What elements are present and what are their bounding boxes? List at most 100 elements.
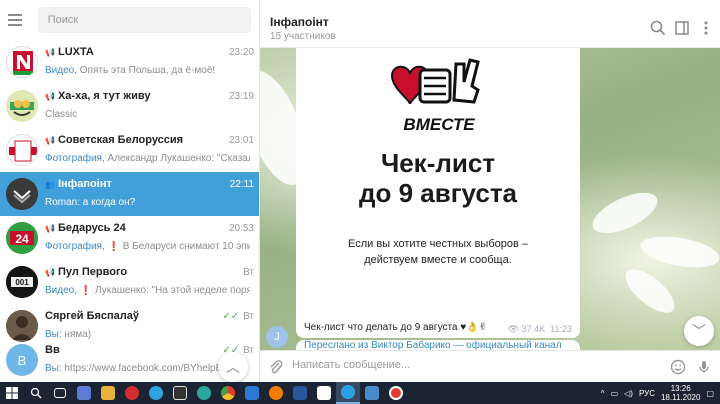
message-time: 11:23 xyxy=(550,324,572,334)
chat-time: 20:53 xyxy=(228,223,254,234)
task-view-icon[interactable] xyxy=(48,382,72,404)
search-input[interactable]: Поиск xyxy=(37,7,251,33)
avatar xyxy=(6,134,38,166)
chat-time: 22:11 xyxy=(229,179,254,190)
megaphone-icon: 📢 xyxy=(45,224,55,233)
opera-icon[interactable] xyxy=(120,382,144,404)
store-icon[interactable] xyxy=(240,382,264,404)
chat-item-haha[interactable]: 📢 Ха-ха, я тут живу 23:19 Classic xyxy=(0,84,259,128)
double-check-icon: ✓✓ xyxy=(222,311,240,322)
eye-icon: 👁 xyxy=(507,324,520,334)
photos-icon[interactable] xyxy=(360,382,384,404)
avatar xyxy=(6,46,38,78)
chat-title: 👥 Інфапоінт xyxy=(45,178,112,190)
sidebar-toggle-icon[interactable] xyxy=(674,20,690,36)
chevron-up-icon: ︿ xyxy=(226,359,240,375)
media-player-icon[interactable] xyxy=(168,382,192,404)
chat-title: 📢 Пул Первого xyxy=(45,266,128,278)
message-composer: Написать сообщение... xyxy=(260,350,720,382)
start-button[interactable] xyxy=(0,382,24,404)
record-icon[interactable] xyxy=(384,382,408,404)
chat-title: Сяргей Бяспалаў xyxy=(45,310,140,322)
search-taskbar-icon[interactable] xyxy=(24,382,48,404)
chat-preview: Classic xyxy=(45,109,78,120)
chat-item-infapoint[interactable]: 👥 Інфапоінт 22:11 Roman: а когда он? xyxy=(0,172,259,216)
word-icon[interactable] xyxy=(288,382,312,404)
megaphone-icon: 📢 xyxy=(45,48,55,57)
avatar: B xyxy=(6,344,38,376)
telegram-taskbar-icon[interactable] xyxy=(144,382,168,404)
clock[interactable]: 13:26 18.11.2020 xyxy=(661,384,700,402)
chat-time: Вт xyxy=(243,267,254,278)
avatar xyxy=(6,90,38,122)
vmeste-logo: ВМЕСТЕ xyxy=(390,58,480,134)
language-indicator[interactable]: РУС xyxy=(639,389,655,398)
hamburger-menu-icon[interactable] xyxy=(8,9,30,31)
avatar: 001 xyxy=(6,266,38,298)
chevron-up-icon[interactable]: ^ xyxy=(601,389,605,398)
firefox-icon[interactable] xyxy=(264,382,288,404)
chat-preview: Фотография, Александр Лукашенко: "Сказал… xyxy=(45,153,250,164)
microphone-icon[interactable] xyxy=(696,359,712,375)
message-input[interactable]: Написать сообщение... xyxy=(292,359,410,371)
chat-title: 📢 LUXTA xyxy=(45,46,94,58)
chat-time: 23:01 xyxy=(228,135,254,146)
chat-title: Вв xyxy=(45,344,60,356)
avatar xyxy=(6,178,38,210)
svg-text:001: 001 xyxy=(15,278,29,287)
windows-taskbar: ^ ▭ ◁) РУС 13:26 18.11.2020 ▢ xyxy=(0,382,720,404)
save-app-icon[interactable] xyxy=(72,382,96,404)
sender-avatar[interactable]: J xyxy=(266,326,288,348)
chat-preview: Видео, ❗ Лукашенко: "На этой неделе поря… xyxy=(45,285,250,296)
avatar: 24 xyxy=(6,222,38,254)
checklist-headline: Чек-лист до 9 августа xyxy=(358,148,518,208)
paint-icon[interactable] xyxy=(312,382,336,404)
scroll-down-button[interactable]: ﹀ xyxy=(684,316,714,346)
forwarded-message[interactable]: Переслано из Виктор Бабарико — официальн… xyxy=(296,340,580,350)
volume-icon[interactable]: ◁) xyxy=(624,389,633,398)
edge-icon[interactable] xyxy=(192,382,216,404)
chrome-icon[interactable] xyxy=(216,382,240,404)
megaphone-icon: 📢 xyxy=(45,268,55,277)
chat-list-sidebar: Поиск 📢 LUXTA 23:20 Видео, Опять эта Поль… xyxy=(0,0,260,382)
chat-preview: Фотография, ❗ В Беларуси снимают 10 эпиз… xyxy=(45,241,250,252)
network-icon[interactable]: ▭ xyxy=(611,389,619,398)
megaphone-icon: 📢 xyxy=(45,92,55,101)
chat-title: 📢 Ха-ха, я тут живу xyxy=(45,90,151,102)
scroll-up-button[interactable]: ︿ xyxy=(218,352,248,382)
chat-panel: Інфапоінт 15 участников ВМЕСТЕ Чек-лист … xyxy=(260,0,720,382)
view-count: 37.4K xyxy=(521,324,546,334)
system-tray: ^ ▭ ◁) РУС 13:26 18.11.2020 ▢ xyxy=(601,382,714,404)
chat-item-bedarus24[interactable]: 24 📢 Бедарусь 24 20:53 Фотография, ❗ В Бе… xyxy=(0,216,259,260)
emoji-icon[interactable] xyxy=(670,359,686,375)
message-caption: Чек-лист что делать до 9 августа ♥👌✌ xyxy=(304,322,488,333)
chat-item-luxta[interactable]: 📢 LUXTA 23:20 Видео, Опять эта Польша, да… xyxy=(0,40,259,84)
telegram-active-icon[interactable] xyxy=(336,382,360,404)
sidebar-header: Поиск xyxy=(0,0,259,40)
search-icon[interactable] xyxy=(650,20,666,36)
exclamation-icon: ❗ xyxy=(77,285,93,296)
more-options-icon[interactable] xyxy=(698,20,714,36)
participant-count: 15 участников xyxy=(270,31,336,42)
chat-time: 23:19 xyxy=(228,91,254,102)
paperclip-icon[interactable] xyxy=(268,359,284,375)
chat-item-pul-pervogo[interactable]: 001 📢 Пул Первого Вт Видео, ❗ Лукашенко: … xyxy=(0,260,259,304)
megaphone-icon: 📢 xyxy=(45,136,55,145)
chevron-down-icon: ﹀ xyxy=(692,323,706,339)
chat-background: ВМЕСТЕ Чек-лист до 9 августа Если вы хот… xyxy=(260,48,720,350)
group-icon: 👥 xyxy=(45,180,55,189)
chat-preview: Видео, Опять эта Польша, да ё-моё! xyxy=(45,65,216,76)
channel-title[interactable]: Інфапоінт xyxy=(270,15,329,29)
chat-time: ✓✓ Вт xyxy=(222,311,254,322)
chat-item-sovbel[interactable]: 📢 Советская Белоруссия 23:01 Фотография, … xyxy=(0,128,259,172)
notifications-icon[interactable]: ▢ xyxy=(706,389,714,398)
message-image[interactable]: ВМЕСТЕ Чек-лист до 9 августа Если вы хот… xyxy=(296,48,580,313)
file-explorer-icon[interactable] xyxy=(96,382,120,404)
svg-text:24: 24 xyxy=(15,232,29,246)
chat-title: 📢 Бедарусь 24 xyxy=(45,222,126,234)
chat-time: 23:20 xyxy=(228,47,254,58)
chat-title: 📢 Советская Белоруссия xyxy=(45,134,184,146)
exclamation-icon: ❗ xyxy=(104,241,120,252)
invite-text: Если вы хотите честных выборов – действу… xyxy=(347,238,528,266)
message-bubble[interactable]: ВМЕСТЕ Чек-лист до 9 августа Если вы хот… xyxy=(296,48,580,338)
